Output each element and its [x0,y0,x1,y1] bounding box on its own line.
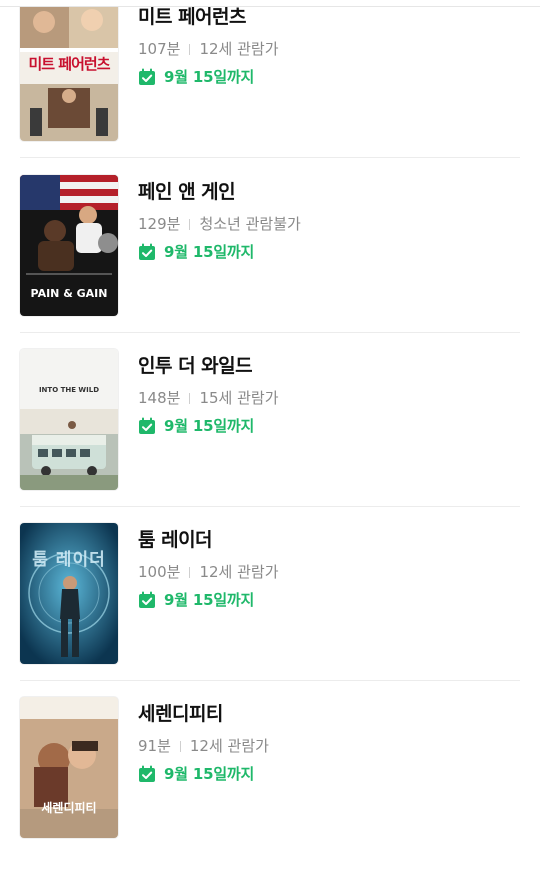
item-divider [20,157,520,158]
movie-meta: 129분 청소년 관람불가 [138,213,301,234]
movie-title[interactable]: 인투 더 와일드 [138,351,253,378]
age-rating: 12세 관람가 [199,563,279,581]
calendar-check-icon [138,417,156,435]
poster-pain-and-gain[interactable]: PAIN & GAIN [20,175,118,316]
runtime: 91분 [138,737,171,755]
calendar-check-icon [138,68,156,86]
movie-meta: 148분 15세 관람가 [138,387,279,408]
poster-serendipity[interactable]: 세렌디피티 [20,697,118,838]
calendar-check-icon [138,591,156,609]
age-rating: 15세 관람가 [199,389,279,407]
movie-meta: 107분 12세 관람가 [138,38,279,59]
runtime: 100분 [138,563,181,581]
poster-title-text: INTO THE WILD [38,386,100,394]
runtime: 148분 [138,389,181,407]
runtime: 107분 [138,40,181,58]
poster-image [20,349,118,490]
available-until: 9월 15일까지 [164,765,255,783]
runtime: 129분 [138,215,181,233]
movie-item-into-the-wild[interactable]: INTO THE WILD 인투 더 와일드 148분 15세 관람가 9월 15… [0,347,540,521]
movie-meta: 100분 12세 관람가 [138,561,279,582]
poster-title-text: PAIN & GAIN [30,287,108,300]
poster-title-text: 툼 레이더 [32,550,106,570]
item-divider [20,332,520,333]
availability: 9월 15일까지 [138,415,254,435]
calendar-check-icon [138,243,156,261]
availability: 9월 15일까지 [138,66,254,86]
movie-title[interactable]: 세렌디피티 [138,699,223,726]
movie-title[interactable]: 툼 레이더 [138,525,213,552]
poster-title-text: 세렌디피티 [41,801,97,815]
meta-separator [189,567,191,578]
movie-title[interactable]: 페인 앤 게인 [138,177,236,204]
available-until: 9월 15일까지 [164,68,255,86]
top-bar-edge [0,0,540,7]
age-rating: 12세 관람가 [189,737,269,755]
available-until: 9월 15일까지 [164,417,255,435]
meta-separator [189,393,191,404]
availability: 9월 15일까지 [138,763,254,783]
availability: 9월 15일까지 [138,241,254,261]
age-rating: 청소년 관람불가 [199,215,301,233]
movie-item-serendipity[interactable]: 세렌디피티 세렌디피티 91분 12세 관람가 9월 15일까지 [0,695,540,869]
available-until: 9월 15일까지 [164,243,255,261]
available-until: 9월 15일까지 [164,591,255,609]
poster-meet-the-parents[interactable]: 미트 페어런츠 [20,0,118,141]
poster-into-the-wild[interactable]: INTO THE WILD [20,349,118,490]
movie-item-tomb-raider[interactable]: 툼 레이더 툼 레이더 100분 12세 관람가 9월 15일까지 [0,521,540,695]
calendar-check-icon [138,765,156,783]
meta-separator [179,741,181,752]
movie-item-meet-the-parents[interactable]: 미트 페어런츠 미트 페어런츠 107분 12세 관람가 9월 15일까지 [0,0,540,172]
item-divider [20,506,520,507]
age-rating: 12세 관람가 [199,40,279,58]
poster-tomb-raider[interactable]: 툼 레이더 [20,523,118,664]
availability: 9월 15일까지 [138,589,254,609]
movie-meta: 91분 12세 관람가 [138,735,269,756]
poster-title-text: 미트 페어런츠 [28,55,110,73]
item-divider [20,680,520,681]
poster-image [20,697,118,838]
movie-item-pain-and-gain[interactable]: PAIN & GAIN 페인 앤 게인 129분 청소년 관람불가 9월 15일까… [0,173,540,347]
meta-separator [189,44,191,55]
meta-separator [189,219,191,230]
